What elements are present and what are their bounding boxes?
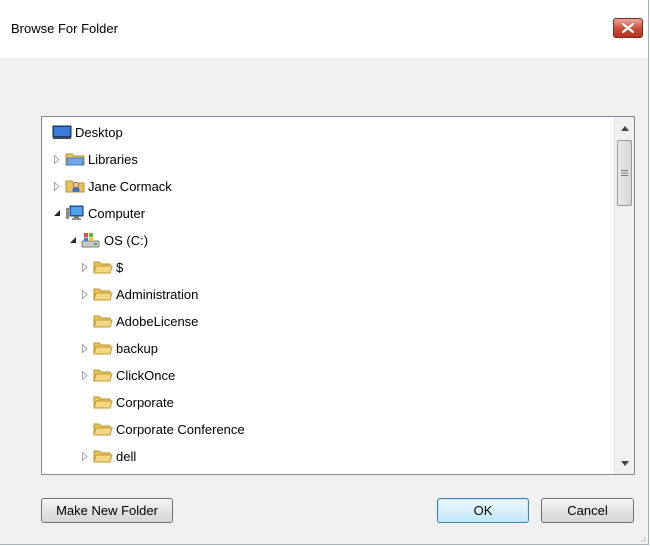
folder-icon <box>93 313 113 329</box>
scroll-thumb[interactable] <box>617 140 632 206</box>
cancel-button[interactable]: Cancel <box>541 498 634 523</box>
tree-item-os-drive[interactable]: OS (C:) <box>68 228 148 252</box>
chevron-right-icon[interactable] <box>52 154 62 164</box>
grip-icon <box>621 170 628 176</box>
tree-item-label: Jane Cormack <box>88 178 172 194</box>
tree-item-jane-cormack[interactable]: Jane Cormack <box>52 174 172 198</box>
chevron-right-icon[interactable] <box>80 289 90 299</box>
ok-button[interactable]: OK <box>437 498 529 523</box>
resize-grip-icon[interactable] <box>638 534 646 542</box>
folder-tree-items: Desktop Libraries Jane Cormack Computer … <box>42 117 614 474</box>
folder-icon <box>93 448 113 464</box>
tree-item-folder[interactable]: Administration <box>80 282 198 306</box>
make-new-folder-button[interactable]: Make New Folder <box>41 498 173 523</box>
tree-item-folder[interactable]: Corporate <box>93 390 174 414</box>
chevron-right-icon[interactable] <box>80 343 90 353</box>
tree-item-folder[interactable]: AdobeLicense <box>93 309 198 333</box>
computer-icon <box>65 205 84 221</box>
tree-item-folder[interactable]: backup <box>80 336 158 360</box>
tree-item-folder[interactable]: Corporate Conference <box>93 417 245 441</box>
tree-item-label: Libraries <box>88 151 138 167</box>
window-title: Browse For Folder <box>11 21 118 36</box>
desktop-icon <box>52 124 72 140</box>
title-bar[interactable]: Browse For Folder <box>0 0 648 58</box>
chevron-right-icon[interactable] <box>52 181 62 191</box>
tree-item-label: $ <box>116 259 124 275</box>
close-button[interactable] <box>613 18 643 38</box>
tree-item-folder[interactable]: $ <box>80 255 123 279</box>
tree-item-folder[interactable]: dell <box>80 444 136 468</box>
tree-item-label: AdobeLicense <box>116 313 199 329</box>
folder-icon <box>93 367 113 383</box>
chevron-down-icon[interactable] <box>68 235 78 245</box>
chevron-right-icon[interactable] <box>80 370 90 380</box>
tree-item-computer[interactable]: Computer <box>52 201 145 225</box>
libraries-icon <box>65 151 85 167</box>
tree-item-libraries[interactable]: Libraries <box>52 147 138 171</box>
drive-icon <box>81 232 100 248</box>
tree-item-label: Computer <box>88 205 146 221</box>
close-icon <box>622 23 634 33</box>
arrow-down-icon <box>620 460 629 466</box>
arrow-up-icon <box>620 125 629 131</box>
tree-item-label: ClickOnce <box>116 367 176 383</box>
user-folder-icon <box>65 178 85 194</box>
tree-item-label: OS (C:) <box>104 232 149 248</box>
folder-icon <box>93 421 113 437</box>
tree-item-label: dell <box>116 448 137 464</box>
tree-item-label: backup <box>116 340 158 356</box>
folder-icon <box>93 340 113 356</box>
scroll-up-button[interactable] <box>615 119 634 137</box>
chevron-right-icon[interactable] <box>80 451 90 461</box>
tree-item-label: Corporate Conference <box>116 421 245 437</box>
tree-item-folder[interactable]: ClickOnce <box>80 363 175 387</box>
folder-icon <box>93 394 113 410</box>
folder-icon <box>93 286 113 302</box>
tree-item-label: Corporate <box>116 394 174 410</box>
folder-tree[interactable]: Desktop Libraries Jane Cormack Computer … <box>41 116 635 475</box>
tree-item-desktop[interactable]: Desktop <box>52 120 123 144</box>
tree-item-label: Administration <box>116 286 199 302</box>
tree-scrollbar[interactable] <box>614 117 634 474</box>
scroll-down-button[interactable] <box>615 454 634 472</box>
tree-item-label: Desktop <box>75 124 123 140</box>
chevron-down-icon[interactable] <box>52 208 62 218</box>
folder-icon <box>93 259 113 275</box>
browse-for-folder-dialog: Browse For Folder Desktop Libraries Jane… <box>0 0 649 545</box>
chevron-right-icon[interactable] <box>80 262 90 272</box>
tree-item-partial <box>93 470 116 474</box>
